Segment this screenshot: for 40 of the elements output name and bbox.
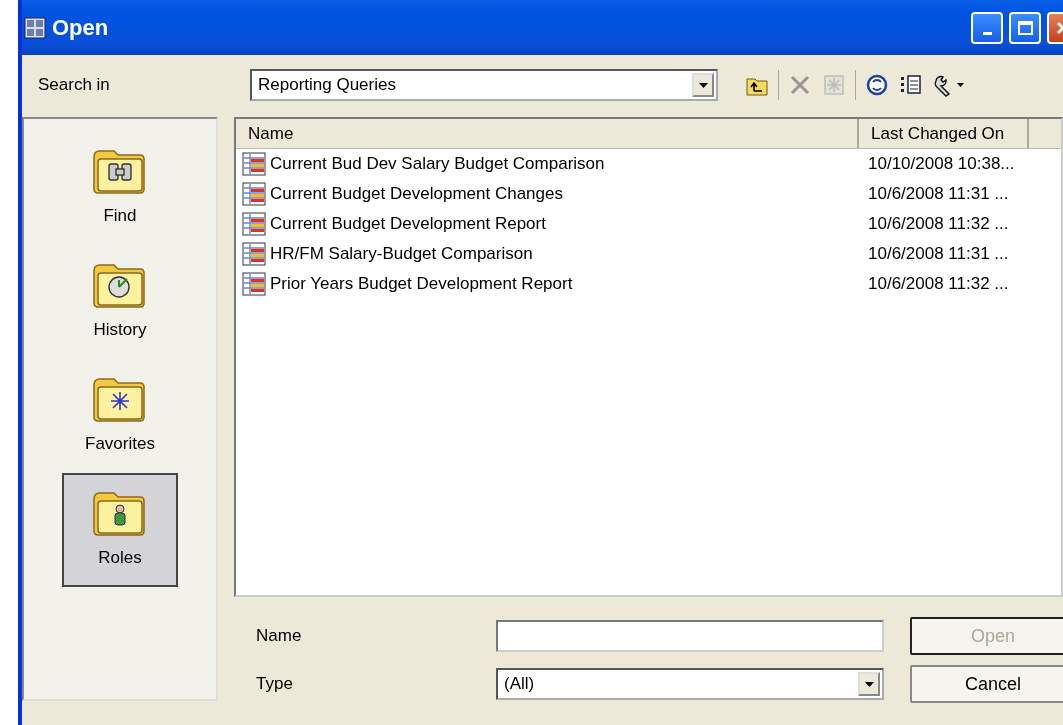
file-name[interactable]: Current Bud Dev Salary Budget Comparison: [270, 151, 605, 177]
file-date: 10/6/2008 11:31 ...: [868, 183, 1009, 206]
type-dropdown[interactable]: (All): [496, 668, 884, 700]
location-dropdown[interactable]: Reporting Queries: [250, 69, 718, 101]
file-name[interactable]: Current Budget Development Changes: [270, 181, 563, 207]
file-date: 10/6/2008 11:32 ...: [868, 213, 1009, 236]
type-label: Type: [256, 673, 294, 696]
report-icon: [242, 182, 266, 206]
maximize-button[interactable]: [1009, 11, 1041, 44]
places-item[interactable]: Find: [62, 131, 178, 245]
column-header[interactable]: Last Changed On: [859, 119, 1029, 148]
report-icon: [242, 272, 266, 296]
minimize-button[interactable]: [971, 11, 1003, 44]
report-icon: [242, 212, 266, 236]
dropdown-arrow-icon: [697, 81, 709, 89]
minimize-icon: [982, 32, 992, 35]
file-date: 10/6/2008 11:31 ...: [868, 243, 1009, 266]
folder-icon: [92, 375, 148, 424]
report-icon: [242, 242, 266, 266]
report-icon: [242, 152, 266, 176]
name-field[interactable]: [496, 620, 884, 652]
folder-icon: [92, 261, 148, 310]
places-item[interactable]: Roles: [62, 473, 178, 587]
search-in-label: Search in: [38, 74, 111, 97]
file-date: 10/6/2008 11:32 ...: [868, 273, 1009, 296]
file-date: 10/10/2008 10:38...: [868, 153, 1015, 176]
window-title: Open: [52, 14, 109, 42]
folder-icon: [92, 147, 148, 196]
column-header[interactable]: Name: [236, 119, 859, 148]
places-item[interactable]: History: [62, 245, 178, 359]
dropdown-arrow-icon: [863, 680, 875, 688]
name-label: Name: [256, 625, 303, 648]
file-name[interactable]: Current Budget Development Report: [270, 211, 546, 237]
file-name[interactable]: HR/FM Salary-Budget Comparison: [270, 241, 533, 267]
window-icon: [24, 16, 46, 39]
folder-icon: [92, 489, 148, 538]
places-item[interactable]: Favorites: [62, 359, 178, 473]
maximize-icon: [1017, 19, 1033, 36]
file-name[interactable]: Prior Years Budget Development Report: [270, 271, 573, 297]
dialog-button[interactable]: Cancel: [910, 665, 1063, 703]
